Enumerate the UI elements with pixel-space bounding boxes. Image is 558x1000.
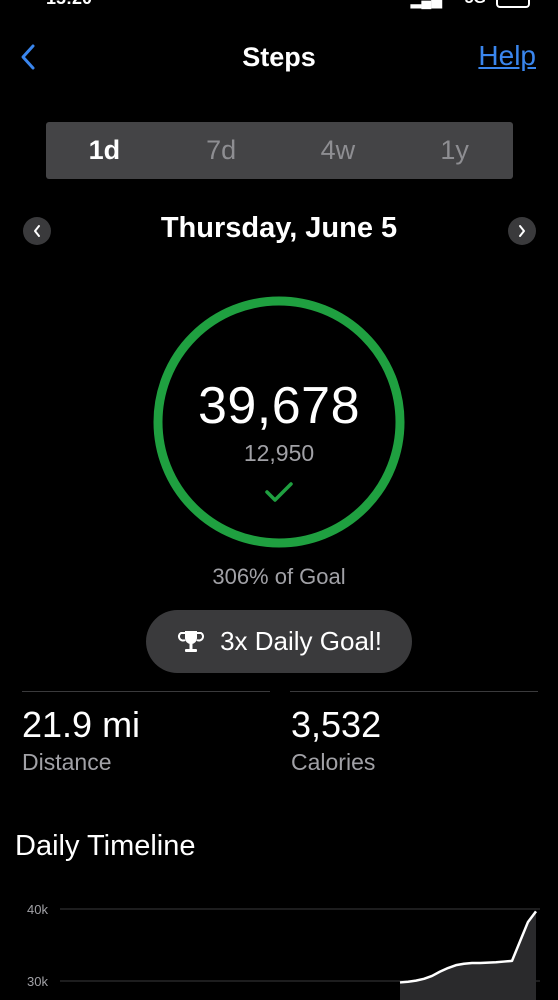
trophy-icon <box>178 630 205 652</box>
status-time: 15:20 <box>46 0 92 9</box>
y-tick-label: 30k <box>27 974 48 989</box>
next-day-button[interactable] <box>508 217 536 245</box>
goal-percentage: 306% of Goal <box>212 564 346 589</box>
tab-1y[interactable]: 1y <box>396 122 513 179</box>
network-label: 5G <box>465 0 486 8</box>
date-label: Thursday, June 5 <box>160 212 398 244</box>
help-link[interactable]: Help <box>478 40 536 72</box>
distance-label: Distance <box>22 749 112 775</box>
signal-icon: ▂▄▆ <box>410 0 442 8</box>
divider <box>22 691 270 692</box>
steps-area <box>400 911 536 1000</box>
battery-icon <box>496 0 530 8</box>
calories-value: 3,532 <box>291 704 382 745</box>
period-segmented-control: 1d 7d 4w 1y <box>46 122 513 179</box>
badge-label: 3x Daily Goal! <box>220 626 382 656</box>
tab-1d[interactable]: 1d <box>46 122 163 179</box>
chevron-right-icon <box>519 225 525 237</box>
calories-label: Calories <box>291 749 376 775</box>
tab-7d[interactable]: 7d <box>163 122 280 179</box>
steps-goal: 12,950 <box>243 440 315 466</box>
checkmark-icon <box>265 482 293 502</box>
status-bar: 15:20 ▂▄▆ 5G <box>0 0 558 10</box>
y-tick-label: 40k <box>27 902 48 917</box>
tab-4w[interactable]: 4w <box>280 122 397 179</box>
distance-value: 21.9 mi <box>22 704 141 745</box>
daily-timeline-chart: 40k 30k <box>27 902 540 1000</box>
daily-goal-badge[interactable]: 3x Daily Goal! <box>146 610 412 673</box>
timeline-title: Daily Timeline <box>15 830 196 862</box>
divider <box>290 691 538 692</box>
steps-count: 39,678 <box>197 377 361 435</box>
page-title: Steps <box>242 42 316 72</box>
